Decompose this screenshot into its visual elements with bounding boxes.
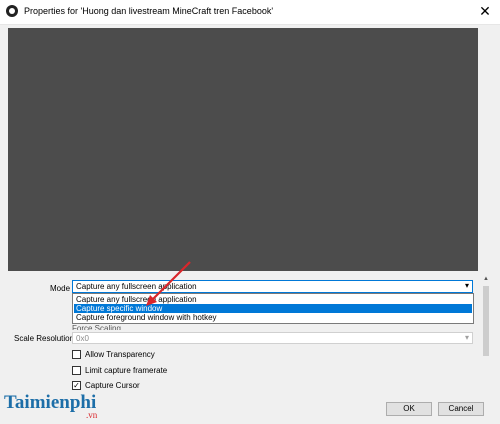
limit-framerate-checkbox[interactable] [72,366,81,375]
window-title: Properties for 'Huong dan livestream Min… [24,6,274,16]
capture-cursor-checkbox[interactable]: ✓ [72,381,81,390]
cancel-button[interactable]: Cancel [438,402,484,416]
allow-transparency-label: Allow Transparency [85,350,155,359]
properties-scrollbar[interactable]: ▲ [482,276,490,396]
watermark-main: Taimienphi [4,392,97,413]
chevron-down-icon: ▾ [464,333,469,342]
obs-app-icon [6,5,18,17]
close-button[interactable]: ✕ [476,2,494,20]
scale-resolution-value: 0x0 [76,334,89,343]
scale-resolution-select[interactable]: 0x0 ▾ [72,332,473,344]
mode-select[interactable]: Capture any fullscreen application ▾ [72,280,473,293]
mode-option-fullscreen[interactable]: Capture any fullscreen application [74,295,472,304]
watermark-sub: .vn [86,410,98,420]
mode-dropdown-list[interactable]: Capture any fullscreen application Captu… [72,293,474,324]
scroll-up-icon[interactable]: ▲ [482,276,490,284]
capture-cursor-label: Capture Cursor [85,381,140,390]
hidden-option-text: Force Scaling [72,324,121,330]
limit-framerate-label: Limit capture framerate [85,366,168,375]
source-preview [8,28,478,271]
mode-option-foreground-hotkey[interactable]: Capture foreground window with hotkey [74,313,472,322]
scale-resolution-label: Scale Resolution [14,334,75,343]
scroll-thumb[interactable] [483,286,489,356]
mode-selected-value: Capture any fullscreen application [76,282,197,291]
title-bar: Properties for 'Huong dan livestream Min… [0,0,500,25]
chevron-down-icon[interactable]: ▾ [465,281,469,290]
allow-transparency-checkbox[interactable] [72,350,81,359]
mode-option-specific-window[interactable]: Capture specific window [74,304,472,313]
ok-button[interactable]: OK [386,402,432,416]
mode-label: Mode [50,284,71,293]
watermark-logo: Taimienphi .vn [4,392,124,424]
